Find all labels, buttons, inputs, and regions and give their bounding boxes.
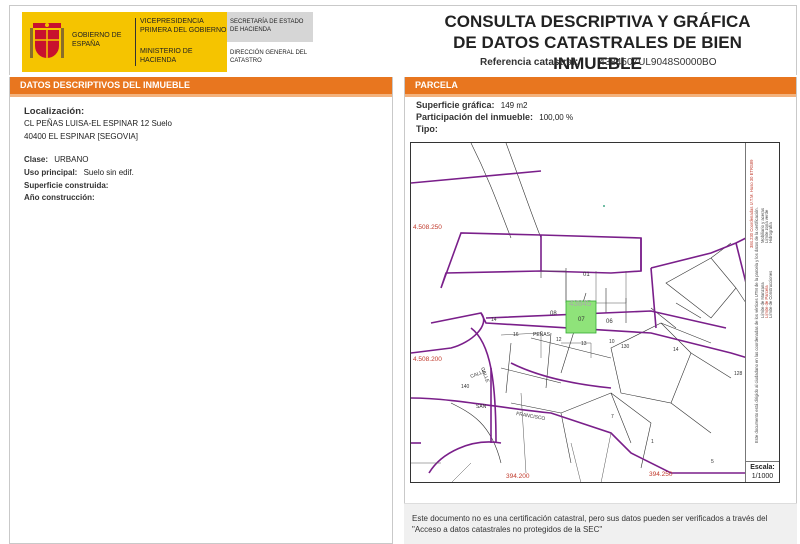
uso-label: Uso principal:	[24, 168, 78, 177]
uso-row: Uso principal: Suelo sin edif.	[24, 168, 134, 177]
sup-grafica-value: 149 m2	[500, 101, 528, 110]
logo-ministry-text: MINISTERIO DE HACIENDA	[140, 48, 193, 64]
cadastral-reference: Referencia catastral: 4384507UL9048S0000…	[480, 57, 717, 68]
uso-value: Suelo sin edif.	[83, 168, 134, 177]
coord-bottom-x1: 394.200	[506, 473, 530, 480]
legend-construcciones: Límite de Construcciones	[768, 270, 773, 318]
green-marker	[603, 205, 605, 207]
address-line-2: 40400 EL ESPINAR [SEGOVIA]	[24, 132, 138, 141]
participacion-value: 100,00 %	[539, 113, 574, 122]
label-7: 7	[611, 414, 614, 420]
title-line-1: CONSULTA DESCRIPTIVA Y GRÁFICA	[444, 12, 751, 31]
map-scale: Escala: 1/1000	[745, 461, 779, 482]
superficie-construida-label: Superficie construida:	[24, 181, 109, 190]
logo-vicepresidency-text: VICEPRESIDENCIA PRIMERA DEL GOBIERNO	[140, 18, 227, 34]
clase-value: URBANO	[54, 155, 89, 164]
legend-hidrografia: Hidrografía	[768, 222, 773, 243]
bar-underline	[10, 94, 392, 97]
localizacion-label: Localización:	[24, 106, 85, 117]
ref-value: 4384507UL9048S0000BO	[599, 57, 717, 68]
property-data-panel: DATOS DESCRIPTIVOS DEL INMUEBLE	[9, 77, 393, 544]
logo-yellow-panel: GOBIERNO DE ESPAÑA VICEPRESIDENCIA PRIME…	[22, 12, 227, 72]
label-1: 1	[651, 439, 654, 445]
logo-country-text: GOBIERNO DE ESPAÑA	[72, 32, 122, 48]
clase-row: Clase: URBANO	[24, 155, 88, 164]
logo-divider	[135, 18, 136, 66]
coat-of-arms-icon	[30, 23, 64, 58]
footer-note: Este documento no es una certificación c…	[412, 514, 768, 534]
label-5: 5	[711, 459, 714, 465]
logo-secretariat-panel: SECRETARÍA DE ESTADO DE HACIENDA DIRECCI…	[227, 12, 313, 72]
participacion-row: Participación del inmueble: 100,00 %	[416, 112, 573, 122]
map-drawing: 43845 01 08 07 06 PEÑAS CALLE CALLE 14 1…	[411, 143, 779, 482]
label-140: 140	[461, 384, 470, 390]
sup-grafica-label: Superficie gráfica:	[416, 100, 495, 110]
label-p06: 06	[606, 319, 613, 325]
parcel-bar: PARCELA	[405, 77, 796, 94]
scale-value: 1/1000	[751, 473, 774, 480]
superficie-grafica-row: Superficie gráfica: 149 m2	[416, 100, 527, 110]
map-legend: 384.230 Coordenadas U.T.M. Huso 30 ETRS8…	[745, 143, 779, 463]
parcel-bar-underline	[405, 94, 796, 97]
scale-label: Escala:	[750, 464, 775, 471]
ref-label: Referencia catastral:	[480, 57, 579, 68]
label-14b: 14	[673, 347, 679, 353]
participacion-label: Participación del inmueble:	[416, 112, 534, 122]
parcel-ref-label: 43845	[569, 299, 592, 308]
property-data-bar: DATOS DESCRIPTIVOS DEL INMUEBLE	[10, 77, 392, 94]
logo-directorate-text: DIRECCIÓN GENERAL DEL CATASTRO	[230, 50, 307, 64]
label-p07: 07	[578, 317, 585, 323]
label-13: 13	[581, 341, 587, 347]
clase-label: Clase:	[24, 155, 49, 164]
label-penas: PEÑAS	[533, 331, 551, 338]
coord-mid: 4.508.200	[413, 356, 442, 363]
label-san: SAN	[476, 404, 487, 410]
label-p08: 08	[550, 311, 557, 317]
label-14a: 14	[491, 317, 497, 323]
cadastral-map: 43845 01 08 07 06 PEÑAS CALLE CALLE 14 1…	[410, 142, 780, 483]
label-128: 128	[734, 371, 743, 377]
label-10: 10	[609, 339, 615, 345]
address-line-1: CL PEÑAS LUISA-EL ESPINAR 12 Suelo	[24, 119, 172, 128]
legend-info: Este documento está dirigido al ciudadan…	[754, 207, 759, 443]
logo-secretariat-text: SECRETARÍA DE ESTADO DE HACIENDA	[230, 19, 304, 33]
coord-top: 4.508.250	[413, 224, 442, 231]
label-p01: 01	[583, 272, 590, 278]
anio-construccion-label: Año construcción:	[24, 193, 95, 202]
tipo-label: Tipo:	[416, 124, 438, 134]
label-12: 12	[556, 337, 562, 343]
label-130: 130	[621, 344, 630, 350]
label-16: 16	[513, 332, 519, 338]
coord-bottom-x2: 394.250	[649, 471, 673, 478]
government-logo: GOBIERNO DE ESPAÑA VICEPRESIDENCIA PRIME…	[22, 12, 313, 72]
